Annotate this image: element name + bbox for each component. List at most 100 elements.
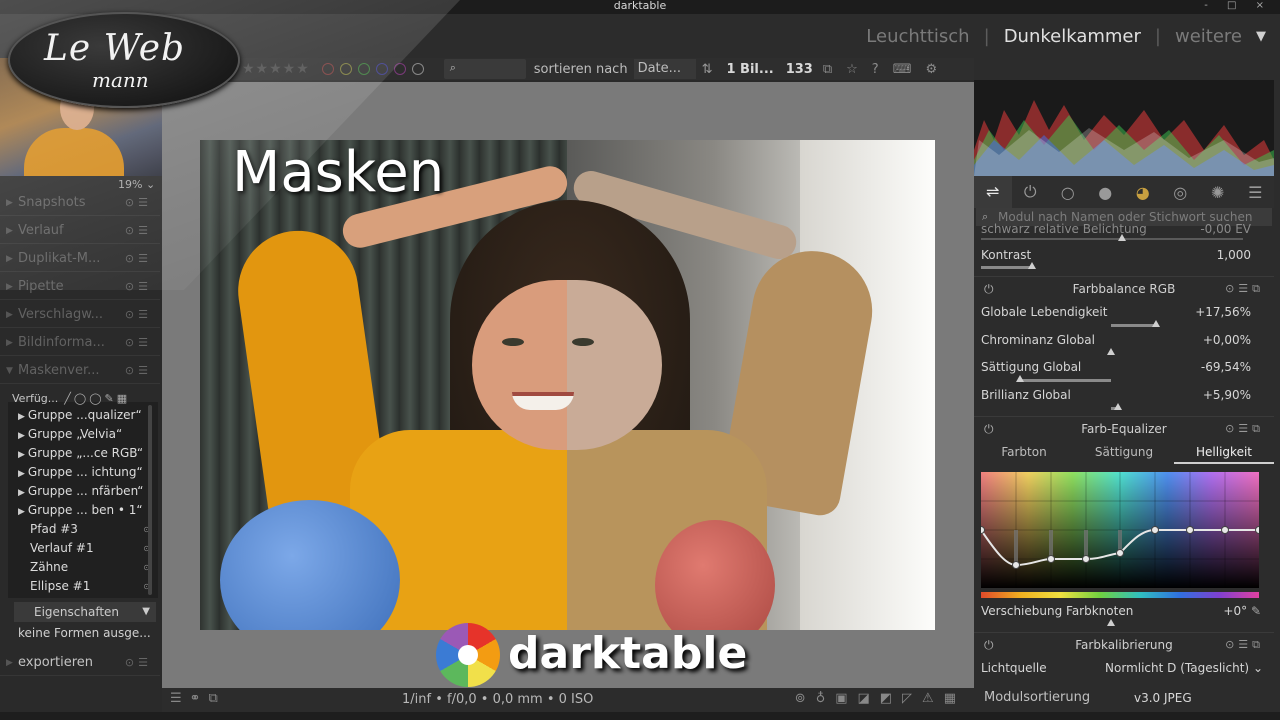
view-darkroom[interactable]: Dunkelkammer — [1004, 26, 1141, 47]
illuminant-select-row[interactable]: Lichtquelle Normlicht D (Tageslicht) ⌄ — [981, 661, 1263, 675]
bottom-right-icons[interactable]: ⊚♁▣◪◩◸⚠▦ — [795, 691, 966, 706]
module-duplicate-manager[interactable]: ▶ Duplikat-M... ⊙☰ — [0, 246, 160, 272]
power-icon[interactable]: ⏻ — [984, 277, 994, 301]
slider-row[interactable]: Brillianz Global +5,90% — [981, 388, 1251, 402]
picker-icon[interactable]: ✎ — [1251, 604, 1261, 618]
module-header-farbbalance[interactable]: ⏻ Farbbalance RGB ⊙☰⧉ — [974, 276, 1274, 300]
module-reset-icon[interactable]: ⊙☰ — [125, 218, 152, 244]
chevron-down-icon[interactable]: ▼ — [1256, 29, 1266, 44]
effects-icon[interactable]: ✺ — [1199, 183, 1237, 202]
equalizer-graph[interactable] — [981, 472, 1259, 588]
power-icon[interactable]: ⏻ — [984, 633, 994, 657]
module-image-information[interactable]: ▶ Bildinforma... ⊙☰ — [0, 330, 160, 356]
tab-brightness[interactable]: Helligkeit — [1174, 442, 1274, 464]
mask-group-item[interactable]: ▶ Gruppe ...qualizer“ — [18, 408, 148, 422]
slider-handle[interactable] — [1107, 348, 1115, 355]
module-reset-icon[interactable]: ⊙☰ — [125, 274, 152, 300]
slider-row[interactable]: Sättigung Global -69,54% — [981, 360, 1251, 374]
module-reset-icon[interactable]: ⊙☰ — [125, 330, 152, 356]
grouping-icon[interactable]: ⧉ — [823, 62, 832, 77]
module-history[interactable]: ▶ Verlauf ⊙☰ — [0, 218, 160, 244]
color-label-green-icon[interactable] — [357, 63, 370, 75]
slider-handle[interactable] — [1107, 619, 1115, 626]
gear-icon[interactable]: ⚙ — [925, 62, 937, 77]
histogram[interactable] — [974, 80, 1274, 176]
contrast-slider-row[interactable]: Kontrast 1,000 — [981, 248, 1251, 262]
slider-fill[interactable] — [1111, 324, 1155, 327]
color-label-red-icon[interactable] — [321, 63, 334, 75]
slider-handle[interactable] — [1152, 320, 1160, 327]
module-reset-icon[interactable]: ⊙☰ — [125, 358, 152, 384]
photo[interactable] — [200, 140, 935, 630]
menu-icon[interactable]: ☰ — [1237, 183, 1275, 202]
sort-select[interactable]: Date... — [633, 59, 696, 79]
module-reset-icon[interactable]: ⊙☰ — [125, 302, 152, 328]
expand-icon: ▶ — [6, 282, 13, 292]
mask-group-item[interactable]: ▶ Gruppe „...ce RGB“ — [18, 446, 148, 460]
mask-group-item[interactable]: ▶ Gruppe ... ichtung“ — [18, 465, 148, 479]
color-label-yellow-icon[interactable] — [339, 63, 352, 75]
power-icon[interactable]: ⏻ — [984, 417, 994, 441]
module-actions-icon[interactable]: ⊙☰⧉ — [1225, 417, 1264, 441]
slider-track[interactable] — [981, 238, 1243, 240]
mask-shape-item[interactable]: Pfad #3 ⊙ — [30, 522, 160, 536]
help-icon[interactable]: ? — [872, 62, 879, 77]
view-more[interactable]: weitere — [1175, 26, 1242, 47]
mask-group-item[interactable]: ▶ Gruppe „Velvia“ — [18, 427, 148, 441]
module-reset-icon[interactable]: ⊙☰ — [125, 190, 152, 216]
module-mask-manager[interactable]: ▼ Maskenver... ⊙☰ — [0, 358, 160, 384]
color-labels[interactable] — [321, 63, 424, 75]
circle-icon[interactable]: ○ — [1049, 183, 1087, 202]
module-header-farb-equalizer[interactable]: ⏻ Farb-Equalizer ⊙☰⧉ — [974, 416, 1274, 440]
node-shift-slider-row[interactable]: Verschiebung Farbknoten +0° ✎ — [981, 604, 1261, 618]
mask-shape-item[interactable]: Ellipse #1 ⊙ — [30, 579, 160, 593]
sort-direction-icon[interactable]: ⇅ — [702, 62, 713, 77]
color-icon[interactable]: ◕ — [1124, 183, 1162, 202]
mask-shape-item[interactable]: Zähne ⊙ — [30, 560, 160, 574]
module-tagging[interactable]: ▶ Verschlagw... ⊙☰ — [0, 302, 160, 328]
view-lighttable[interactable]: Leuchttisch — [866, 26, 969, 47]
power-icon[interactable]: ⏻ — [1012, 182, 1050, 202]
select-value[interactable]: Normlicht D (Tageslicht) ⌄ — [1105, 661, 1263, 675]
filter-search-input[interactable]: ⌕ — [443, 59, 526, 79]
keyboard-icon[interactable]: ⌨ — [893, 62, 912, 77]
slider-handle[interactable] — [1016, 375, 1024, 382]
module-actions-icon[interactable]: ⊙☰⧉ — [1225, 277, 1264, 301]
color-label-none-icon[interactable] — [411, 63, 424, 75]
quick-access-icon[interactable]: ⇌ — [974, 176, 1012, 208]
module-label: Duplikat-M... — [18, 251, 101, 266]
mask-list-scrollbar[interactable] — [148, 405, 152, 595]
color-label-blue-icon[interactable] — [375, 63, 388, 75]
mask-shape-item[interactable]: Verlauf #1 ⊙ — [30, 541, 160, 555]
slider-handle[interactable] — [1114, 403, 1122, 410]
slider-label: Chrominanz Global — [981, 333, 1095, 347]
window-controls[interactable]: - □ × — [1204, 0, 1272, 12]
color-label-purple-icon[interactable] — [393, 63, 406, 75]
slider-row[interactable]: Globale Lebendigkeit +17,56% — [981, 305, 1251, 319]
slider-handle[interactable] — [1118, 234, 1126, 241]
bottom-left-icons[interactable]: ☰⚭⧉ — [170, 691, 226, 706]
mask-properties-toggle[interactable]: Eigenschaften ▼ — [14, 602, 156, 622]
module-order-value[interactable]: v3.0 JPEG — [1134, 691, 1192, 705]
slider-fill[interactable] — [981, 266, 1031, 269]
mask-shape-tools-icon[interactable]: ╱◯◯✎▦ — [64, 392, 130, 405]
module-reset-icon[interactable]: ⊙☰ — [125, 246, 152, 272]
rating-stars-icon[interactable]: ★★★★★ — [242, 61, 310, 77]
module-header-farbkalibrierung[interactable]: ⏻ Farbkalibrierung ⊙☰⧉ — [974, 632, 1274, 656]
tone-icon[interactable]: ● — [1087, 183, 1125, 202]
slider-row[interactable]: Chrominanz Global +0,00% — [981, 333, 1251, 347]
tab-saturation[interactable]: Sättigung — [1074, 442, 1174, 464]
tab-hue[interactable]: Farbton — [974, 442, 1074, 464]
slider-fill[interactable] — [1020, 379, 1111, 382]
module-color-picker[interactable]: ▶ Pipette ⊙☰ — [0, 274, 160, 300]
module-actions-icon[interactable]: ⊙☰⧉ — [1225, 633, 1264, 657]
star-icon[interactable]: ☆ — [846, 62, 858, 77]
module-reset-icon[interactable]: ⊙☰ — [125, 650, 152, 676]
module-snapshots[interactable]: ▶ Snapshots ⊙☰ — [0, 190, 160, 216]
module-export[interactable]: ▶ exportieren ⊙☰ — [0, 650, 160, 676]
partial-slider-row[interactable]: schwarz relative Belichtung -0,00 EV — [981, 222, 1251, 236]
mask-group-item[interactable]: ▶ Gruppe ... nfärben“ — [18, 484, 148, 498]
slider-handle[interactable] — [1028, 262, 1036, 269]
mask-group-item[interactable]: ▶ Gruppe ... ben • 1“ — [18, 503, 148, 517]
correct-icon[interactable]: ◎ — [1162, 183, 1200, 202]
